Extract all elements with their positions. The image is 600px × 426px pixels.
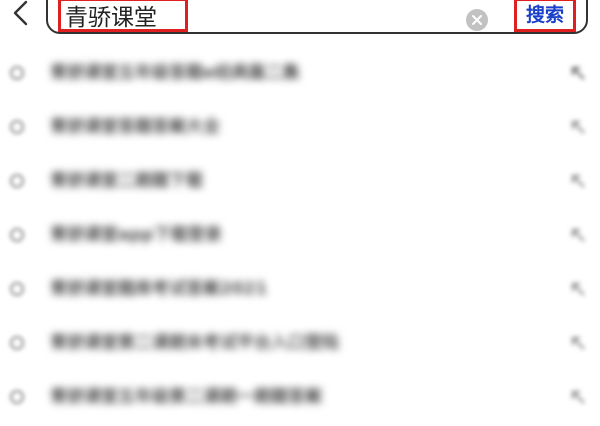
suggestion-text: 青骄课堂五年级第二课期一期题答案 <box>50 387 322 407</box>
suggestion-text: 青骄课堂第二课期末考试平台入口登陆 <box>50 333 339 353</box>
fill-arrow-icon[interactable] <box>570 65 586 81</box>
clear-circle-icon <box>472 15 482 25</box>
search-input[interactable] <box>65 1 185 29</box>
suggestion-list: 青骄课堂五年级答题e经典篇二集 青骄课堂答题答案大全 青骄课堂二期题下载 青骄课… <box>0 48 600 426</box>
suggestion-text: 青骄课堂五年级答题e经典篇二集 <box>50 63 300 83</box>
search-icon <box>10 120 24 134</box>
fill-arrow-icon[interactable] <box>570 389 586 405</box>
fill-arrow-icon[interactable] <box>570 281 586 297</box>
suggestion-item[interactable]: 青骄课堂题库考试答案2021 <box>0 264 600 318</box>
suggestion-text: 青骄课堂app下载登录 <box>50 225 222 245</box>
suggestion-text: 青骄课堂答题答案大全 <box>50 117 220 137</box>
search-icon <box>10 336 24 350</box>
query-highlight <box>58 0 188 32</box>
search-icon <box>10 174 24 188</box>
suggestion-item[interactable]: 青骄课堂第二课期末考试平台入口登陆 <box>0 318 600 372</box>
suggestion-item[interactable]: 青骄课堂app下载登录 <box>0 210 600 264</box>
suggestion-item[interactable]: 青骄课堂五年级答题e经典篇二集 <box>0 48 600 102</box>
suggestion-item[interactable]: 青骄课堂答题答案大全 <box>0 102 600 156</box>
fill-arrow-icon[interactable] <box>570 119 586 135</box>
search-box: 搜索 <box>46 0 588 34</box>
suggestion-item[interactable]: 青骄课堂二期题下载 <box>0 156 600 210</box>
search-icon <box>10 282 24 296</box>
fill-arrow-icon[interactable] <box>570 173 586 189</box>
fill-arrow-icon[interactable] <box>570 227 586 243</box>
search-icon <box>10 66 24 80</box>
suggestion-text: 青骄课堂二期题下载 <box>50 171 203 191</box>
suggestion-text: 青骄课堂题库考试答案2021 <box>50 279 268 299</box>
chevron-left-icon <box>13 0 28 26</box>
search-icon <box>10 390 24 404</box>
search-bar: 搜索 <box>0 0 600 46</box>
fill-arrow-icon[interactable] <box>570 335 586 351</box>
suggestion-item[interactable]: 青骄课堂五年级第二课期一期题答案 <box>0 372 600 426</box>
clear-button[interactable] <box>466 9 488 31</box>
search-button[interactable]: 搜索 <box>514 0 576 32</box>
back-button[interactable] <box>8 0 34 32</box>
search-icon <box>10 228 24 242</box>
